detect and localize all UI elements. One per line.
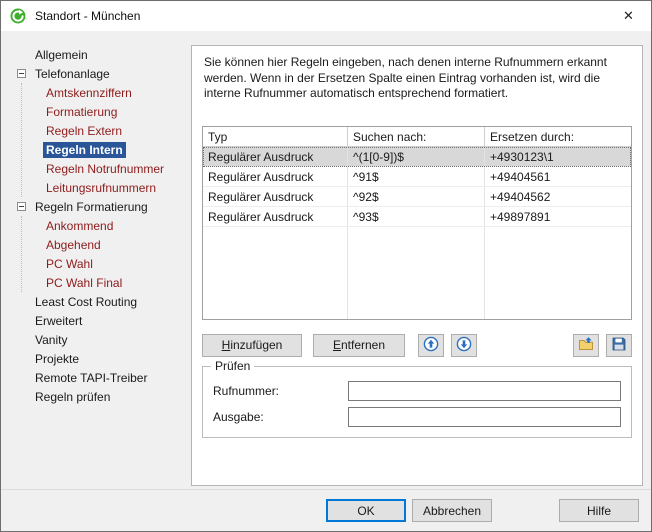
settings-panel: Sie können hier Regeln eingeben, nach de… [191,45,643,486]
tree-item-erweitert[interactable]: Erweitert [11,311,189,330]
tree-item-amtskennziffern[interactable]: Amtskennziffern [22,83,189,102]
dialog-footer: OK Abbrechen Hilfe [1,489,651,531]
column-header-suchen[interactable]: Suchen nach: [348,127,485,146]
tree-item-least-cost-routing[interactable]: Least Cost Routing [11,292,189,311]
tree-item-ankommend[interactable]: Ankommend [22,216,189,235]
tree-item-abgehend[interactable]: Abgehend [22,235,189,254]
pruefen-group-title: Prüfen [211,359,254,373]
collapse-icon[interactable] [17,202,26,211]
table-row[interactable]: Regulärer Ausdruck ^93$ +49897891 [203,207,631,227]
rufnummer-label: Rufnummer: [213,384,348,398]
tree-children-telefonanlage: Amtskennziffern Formatierung Regeln Exte… [21,83,189,197]
tree-item-projekte[interactable]: Projekte [11,349,189,368]
rufnummer-input[interactable] [348,381,621,401]
close-button[interactable]: ✕ [606,1,651,31]
move-down-button[interactable] [451,334,477,357]
table-empty-area [203,227,631,319]
description-text: Sie können hier Regeln eingeben, nach de… [204,55,628,102]
save-rules-button[interactable] [606,334,632,357]
cancel-button[interactable]: Abbrechen [412,499,492,522]
tree-item-regeln-formatierung[interactable]: Regeln Formatierung [11,197,189,216]
tree-item-telefonanlage[interactable]: Telefonanlage [11,64,189,83]
tree-item-regeln-extern[interactable]: Regeln Extern [22,121,189,140]
table-actions: Hinzufügen Entfernen [202,333,632,357]
table-row[interactable]: Regulärer Ausdruck ^92$ +49404562 [203,187,631,207]
ok-button[interactable]: OK [326,499,406,522]
tree-item-leitungsrufnummern[interactable]: Leitungsrufnummern [22,178,189,197]
rules-table: Typ Suchen nach: Ersetzen durch: Regulär… [202,126,632,320]
settings-tree: Allgemein Telefonanlage Amtskennziffern … [11,45,189,406]
dialog-window: Standort - München ✕ Allgemein Telefonan… [0,0,652,532]
window-title: Standort - München [35,9,140,23]
tree-item-pc-wahl-final[interactable]: PC Wahl Final [22,273,189,292]
tree-item-formatierung[interactable]: Formatierung [22,102,189,121]
table-row[interactable]: Regulärer Ausdruck ^(1[0-9])$ +4930123\1 [203,147,631,167]
collapse-icon[interactable] [17,69,26,78]
tree-item-remote-tapi-treiber[interactable]: Remote TAPI-Treiber [11,368,189,387]
folder-open-icon [578,336,594,355]
tree-item-vanity[interactable]: Vanity [11,330,189,349]
remove-button[interactable]: Entfernen [313,334,405,357]
pruefen-group: Prüfen Rufnummer: Ausgabe: [202,366,632,438]
titlebar: Standort - München ✕ [1,1,651,31]
tree-children-regeln-formatierung: Ankommend Abgehend PC Wahl PC Wahl Final [21,216,189,292]
ausgabe-label: Ausgabe: [213,410,348,424]
table-header: Typ Suchen nach: Ersetzen durch: [203,127,631,147]
ausgabe-input[interactable] [348,407,621,427]
move-up-button[interactable] [418,334,444,357]
help-button[interactable]: Hilfe [559,499,639,522]
table-row[interactable]: Regulärer Ausdruck ^91$ +49404561 [203,167,631,187]
floppy-disk-icon [611,336,627,355]
add-button[interactable]: Hinzufügen [202,334,302,357]
tree-item-allgemein[interactable]: Allgemein [11,45,189,64]
column-header-typ[interactable]: Typ [203,127,348,146]
arrow-down-circle-icon [456,336,472,355]
arrow-up-circle-icon [423,336,439,355]
tree-item-regeln-pruefen[interactable]: Regeln prüfen [11,387,189,406]
tree-item-regeln-notrufnummer[interactable]: Regeln Notrufnummer [22,159,189,178]
tree-item-regeln-intern[interactable]: Regeln Intern [22,140,189,159]
tree-item-pc-wahl[interactable]: PC Wahl [22,254,189,273]
column-header-ersetzen[interactable]: Ersetzen durch: [485,127,631,146]
app-icon [10,8,26,24]
import-rules-button[interactable] [573,334,599,357]
